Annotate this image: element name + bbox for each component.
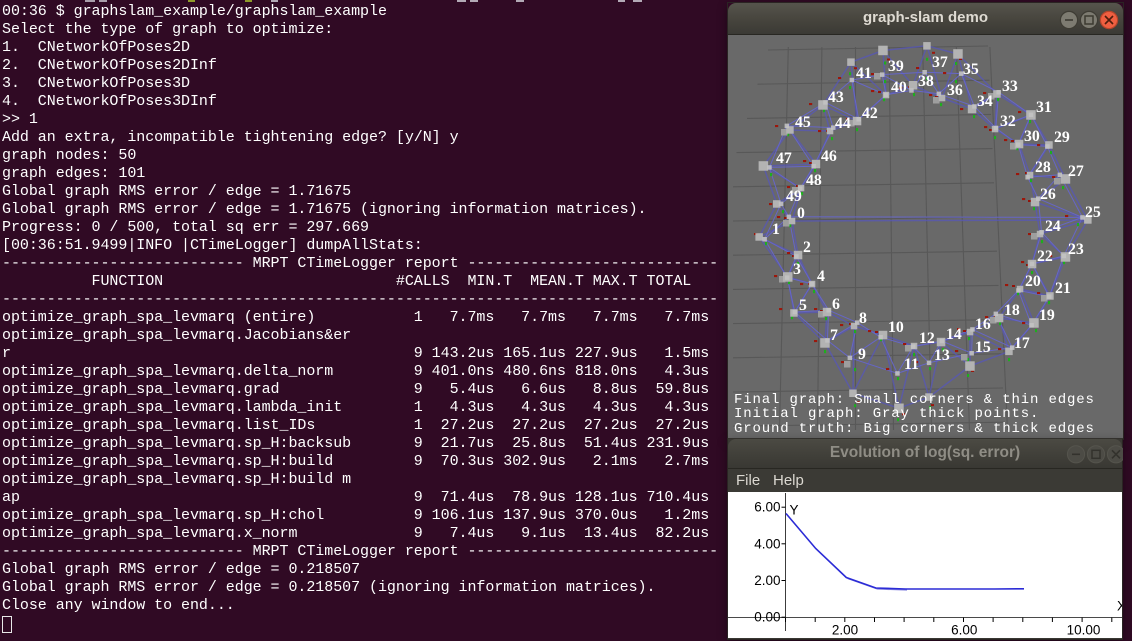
svg-text:41: 41	[856, 65, 872, 82]
svg-text:18: 18	[1004, 302, 1020, 319]
svg-text:44: 44	[835, 115, 851, 132]
svg-text:26: 26	[1040, 186, 1056, 203]
svg-text:8: 8	[859, 310, 867, 327]
svg-text:19: 19	[1039, 307, 1055, 324]
svg-text:35: 35	[963, 61, 979, 78]
svg-text:28: 28	[1035, 159, 1051, 176]
svg-text:2.00: 2.00	[754, 573, 780, 588]
svg-text:20: 20	[1025, 273, 1041, 290]
svg-text:16: 16	[975, 316, 991, 333]
svg-text:27: 27	[1068, 163, 1084, 180]
svg-text:30: 30	[1024, 128, 1040, 145]
svg-text:4.00: 4.00	[754, 536, 780, 551]
svg-text:34: 34	[977, 93, 993, 110]
svg-text:39: 39	[888, 58, 904, 75]
svg-text:36: 36	[947, 82, 963, 99]
svg-text:1: 1	[772, 221, 780, 238]
svg-text:29: 29	[1054, 129, 1070, 146]
svg-text:37: 37	[932, 54, 948, 71]
svg-text:31: 31	[1036, 99, 1052, 116]
svg-text:33: 33	[1002, 78, 1018, 95]
svg-text:15: 15	[975, 339, 991, 356]
svg-text:49: 49	[786, 188, 802, 205]
svg-text:10.00: 10.00	[1067, 622, 1101, 637]
svg-text:Y: Y	[790, 502, 799, 517]
svg-text:9: 9	[858, 346, 866, 363]
svg-text:X: X	[1117, 598, 1122, 613]
svg-text:6.00: 6.00	[951, 622, 977, 637]
svg-text:2: 2	[803, 239, 811, 256]
svg-text:21: 21	[1055, 280, 1071, 297]
svg-text:4: 4	[817, 268, 825, 285]
svg-text:10: 10	[888, 319, 904, 336]
svg-text:3: 3	[793, 261, 801, 278]
svg-text:42: 42	[862, 105, 878, 122]
svg-text:38: 38	[918, 73, 934, 90]
svg-text:40: 40	[891, 79, 907, 96]
svg-text:12: 12	[919, 330, 935, 347]
svg-text:2.00: 2.00	[832, 622, 858, 637]
svg-text:7: 7	[830, 327, 838, 344]
svg-text:11: 11	[904, 356, 919, 373]
svg-text:32: 32	[1000, 113, 1016, 130]
svg-text:22: 22	[1037, 248, 1053, 265]
svg-text:47: 47	[776, 150, 792, 167]
svg-text:14: 14	[946, 326, 962, 343]
svg-text:45: 45	[795, 114, 811, 131]
svg-text:25: 25	[1085, 204, 1101, 221]
svg-text:43: 43	[828, 89, 844, 106]
svg-text:0: 0	[797, 205, 805, 222]
svg-text:24: 24	[1045, 218, 1061, 235]
svg-text:46: 46	[821, 148, 837, 165]
svg-text:6.00: 6.00	[754, 499, 780, 514]
svg-text:17: 17	[1014, 335, 1030, 352]
svg-text:0.00: 0.00	[754, 609, 780, 624]
svg-text:48: 48	[806, 172, 822, 189]
svg-text:6: 6	[832, 296, 840, 313]
svg-text:5: 5	[799, 297, 807, 314]
svg-text:13: 13	[934, 347, 950, 364]
svg-text:23: 23	[1068, 241, 1084, 258]
